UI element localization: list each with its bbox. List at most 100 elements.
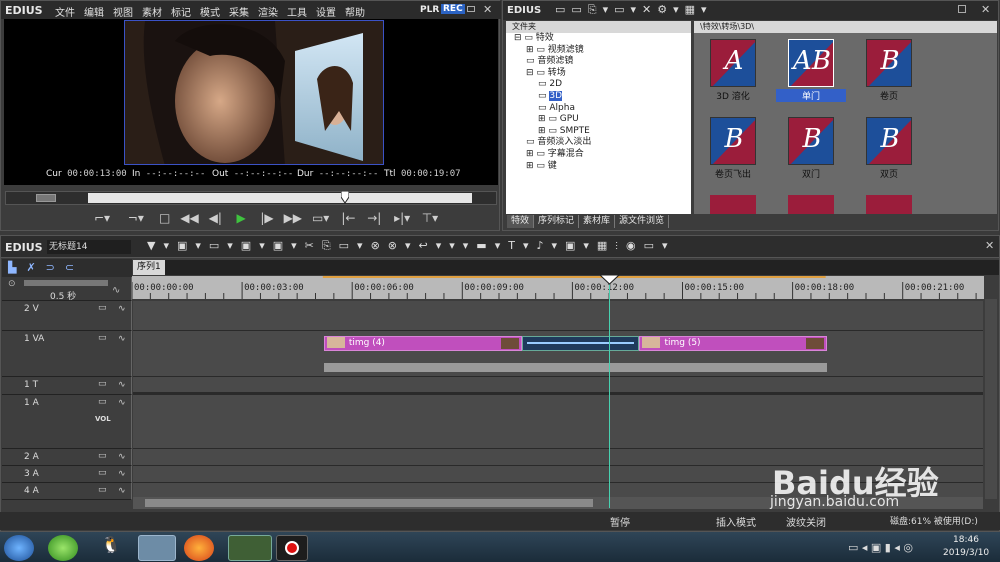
timeline-tool-icons[interactable]: ▼▾▣▾▭▾▣▾▣▾✂⎘▭▾⊗⊗▾↩▾▾▾▬▾T▾♪▾▣▾▦⫶◉▭▾ xyxy=(147,239,676,253)
effect-thumbnail[interactable] xyxy=(866,195,912,214)
track-header[interactable]: 1 T ▭ ∿ xyxy=(2,377,132,395)
menu-item-3[interactable]: 素材 xyxy=(142,8,162,19)
track-wave-icon[interactable]: ∿ xyxy=(118,304,126,314)
track-toggle-icon[interactable]: ▭ xyxy=(98,333,107,343)
effect-thumbnail[interactable]: B xyxy=(866,117,912,165)
tree-node[interactable]: ▭ 2D xyxy=(506,79,691,91)
set-out-button[interactable]: ¬▾ xyxy=(121,211,151,225)
track-toggle-icon[interactable]: ▭ xyxy=(98,451,107,461)
export-button[interactable]: ⊤▾ xyxy=(419,211,441,225)
menu-item-10[interactable]: 帮助 xyxy=(345,8,365,19)
tree-node[interactable]: ⊞ ▭ SMPTE xyxy=(506,126,691,138)
rec-toggle[interactable]: REC xyxy=(441,4,465,14)
effects-tab-1[interactable]: 序列标记 xyxy=(534,215,580,228)
menu-item-9[interactable]: 设置 xyxy=(316,8,336,19)
position-track[interactable] xyxy=(88,193,472,203)
overwrite-button[interactable]: →| xyxy=(363,211,385,225)
playhead[interactable] xyxy=(600,275,620,508)
zoom-wave-icon[interactable]: ∿ xyxy=(112,285,120,296)
zoom-slider[interactable] xyxy=(24,280,108,286)
firefox-icon[interactable] xyxy=(184,535,214,561)
transition-block[interactable] xyxy=(522,336,640,351)
tree-node[interactable]: ▭ 音频滤镜 xyxy=(506,56,691,68)
tree-node[interactable]: ▭ 3D xyxy=(506,90,691,103)
shuttle-slider[interactable] xyxy=(36,194,56,202)
clock-time[interactable]: 18:46 xyxy=(953,535,979,545)
position-knob[interactable] xyxy=(340,190,350,205)
effect-thumbnail[interactable] xyxy=(710,195,756,214)
recorder-icon[interactable] xyxy=(276,535,308,561)
app-icon-1[interactable] xyxy=(48,535,78,561)
track-toggle-icon[interactable]: ▭ xyxy=(98,485,107,495)
tree-node[interactable]: ▭ Alpha xyxy=(506,103,691,115)
edius-taskbar-icon[interactable] xyxy=(228,535,272,561)
expand-icon[interactable]: ⊞ xyxy=(538,126,548,136)
effect-thumbnail[interactable]: A xyxy=(710,39,756,87)
menu-item-5[interactable]: 模式 xyxy=(200,8,220,19)
track-header[interactable]: 2 A ▭ ∿ xyxy=(2,449,132,466)
timeline-ruler[interactable]: 00:00:00:00 00:00:03:00 00:00:06:00 00:00:0… xyxy=(131,276,984,299)
tree-node[interactable]: ⊟ ▭ 转场 xyxy=(506,68,691,80)
menu-item-8[interactable]: 工具 xyxy=(287,8,307,19)
track-toggle-icon[interactable]: ▭ xyxy=(98,468,107,478)
tree-node[interactable]: ⊞ ▭ GPU xyxy=(506,114,691,126)
tree-node[interactable]: ▭ 音频淡入淡出 xyxy=(506,137,691,149)
tree-node[interactable]: ⊞ ▭ 字幕混合 xyxy=(506,149,691,161)
fast-forward-button[interactable]: ▶▶ xyxy=(282,211,304,225)
timeline-close-icon[interactable]: ✕ xyxy=(985,239,994,252)
track-toggle-icon[interactable]: ▭ xyxy=(98,379,107,389)
effect-thumbnail[interactable] xyxy=(788,195,834,214)
track-wave-icon[interactable]: ∿ xyxy=(118,398,126,408)
track-header[interactable]: 2 V ▭ ∿ xyxy=(2,301,132,331)
effects-close-icon[interactable]: ✕ xyxy=(981,3,990,16)
track-header[interactable]: 3 A ▭ ∿ xyxy=(2,466,132,483)
clock-date[interactable]: 2019/3/10 xyxy=(943,548,989,558)
track-lane[interactable] xyxy=(133,395,983,449)
track-toggle-icon[interactable]: ▭ xyxy=(98,303,107,313)
track-lane[interactable] xyxy=(133,301,983,331)
effects-tab-2[interactable]: 素材库 xyxy=(579,215,616,228)
insert-button[interactable]: |← xyxy=(337,211,359,225)
effect-thumbnail[interactable]: AB xyxy=(788,39,834,87)
menu-item-4[interactable]: 标记 xyxy=(171,8,191,19)
tree-node[interactable]: ⊟ ▭ 特效 xyxy=(506,33,691,45)
track-wave-icon[interactable]: ∿ xyxy=(118,469,126,479)
menu-item-0[interactable]: 文件 xyxy=(55,8,75,19)
start-button[interactable] xyxy=(4,535,34,561)
effect-thumbnail[interactable]: B xyxy=(710,117,756,165)
scrub-bar[interactable] xyxy=(5,190,497,205)
menu-item-7[interactable]: 渲染 xyxy=(258,8,278,19)
track-wave-icon[interactable]: ∿ xyxy=(118,334,126,344)
tree-node[interactable]: ⊞ ▭ 键 xyxy=(506,161,691,173)
qq-icon[interactable]: 🐧 xyxy=(96,535,126,561)
audio-clip-bar[interactable] xyxy=(323,363,827,372)
track-lane[interactable] xyxy=(133,377,983,395)
expand-icon[interactable]: ⊞ xyxy=(538,114,548,124)
rewind-button[interactable]: ◀◀ xyxy=(178,211,200,225)
timeline-clip[interactable]: timg (4) xyxy=(323,336,522,351)
track-header[interactable]: 1 A ▭ ∿ VOL xyxy=(2,395,132,449)
track-header[interactable]: 4 A ▭ ∿ xyxy=(2,483,132,500)
expand-icon[interactable]: ⊞ xyxy=(526,149,536,159)
play-button[interactable]: ▶ xyxy=(230,211,252,225)
step-forward-button[interactable]: |▶ xyxy=(256,211,278,225)
file-explorer-icon[interactable] xyxy=(138,535,176,561)
menu-item-1[interactable]: 编辑 xyxy=(84,8,104,19)
expand-icon[interactable]: ⊞ xyxy=(526,161,536,171)
track-header[interactable]: 1 VA ▭ ∿ xyxy=(2,331,132,377)
three-point-button[interactable]: ▸|▾ xyxy=(389,211,415,225)
scroll-thumb[interactable] xyxy=(145,499,593,507)
effects-maximize-icon[interactable] xyxy=(958,5,966,13)
effects-toolbar-icons[interactable]: ▭▭⎘▾▭▾✕⚙▾▦▾ xyxy=(555,3,713,17)
stop-button[interactable]: □ xyxy=(155,211,175,225)
effect-thumbnail[interactable]: B xyxy=(866,39,912,87)
track-wave-icon[interactable]: ∿ xyxy=(118,486,126,496)
effects-tab-3[interactable]: 源文件浏览 xyxy=(615,215,670,228)
set-in-button[interactable]: ⌐▾ xyxy=(87,211,117,225)
effects-tab-0[interactable]: 特效 xyxy=(507,215,535,228)
expand-icon[interactable]: ⊟ xyxy=(514,33,524,43)
close-icon[interactable]: ✕ xyxy=(483,3,492,16)
track-tool-icons[interactable]: ▙✗⊃⊂ xyxy=(8,261,84,274)
timeline-clip[interactable]: timg (5) xyxy=(639,336,827,351)
expand-icon[interactable]: ⊟ xyxy=(526,68,536,78)
